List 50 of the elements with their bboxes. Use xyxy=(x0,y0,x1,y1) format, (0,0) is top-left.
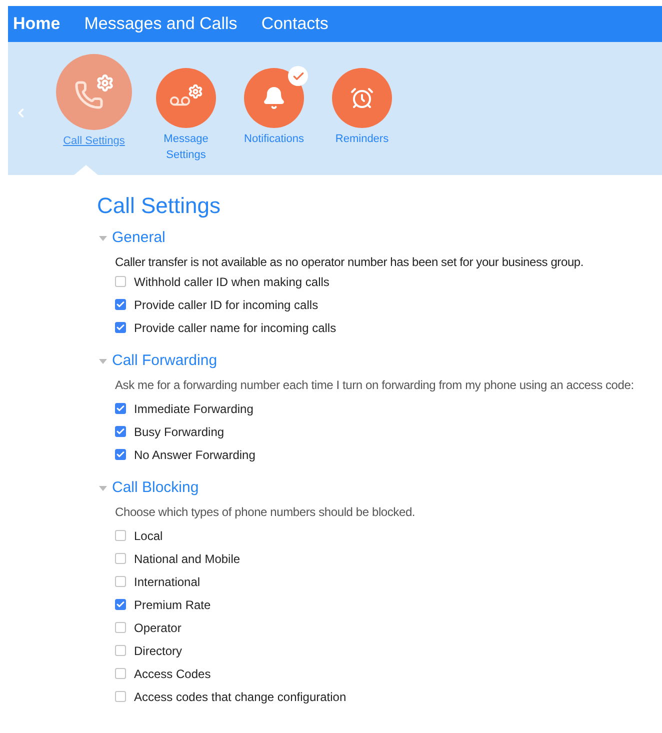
option-label: International xyxy=(134,574,200,590)
nav-link[interactable]: Messages and Calls xyxy=(84,11,238,37)
option-label: Premium Rate xyxy=(134,596,211,614)
section-heading[interactable]: Call Blocking xyxy=(112,478,199,498)
option-label: Directory xyxy=(134,642,182,660)
section-description: Caller transfer is not available as no operator number has been set for your business group. xyxy=(115,254,585,270)
alarm-clock-icon xyxy=(350,86,374,110)
option-label: Withhold caller ID when making calls xyxy=(134,274,330,290)
bell-icon xyxy=(262,86,286,110)
checkbox[interactable] xyxy=(115,553,126,564)
option-label: National and Mobile xyxy=(134,550,240,568)
phone-gear-icon xyxy=(74,74,114,110)
option-label: Operator xyxy=(134,620,182,636)
checkbox[interactable] xyxy=(115,276,126,287)
checkbox[interactable] xyxy=(115,403,126,414)
checkbox[interactable] xyxy=(115,322,126,333)
checkbox[interactable] xyxy=(115,645,126,656)
option-label: Busy Forwarding xyxy=(134,424,224,440)
nav-link[interactable]: Contacts xyxy=(261,11,328,37)
option-label: Local xyxy=(134,528,163,544)
option-label: Immediate Forwarding xyxy=(134,400,254,418)
checkbox[interactable] xyxy=(115,449,126,460)
tile-label[interactable]: Message Settings xyxy=(156,131,216,163)
collapse-triangle-icon[interactable] xyxy=(99,486,107,490)
tile-label[interactable]: Reminders xyxy=(332,131,392,147)
checkbox[interactable] xyxy=(115,576,126,587)
page-title: Call Settings xyxy=(97,192,222,220)
checkbox[interactable] xyxy=(115,599,126,610)
section-description: Ask me for a forwarding number each time I turn on forwarding from my phone using an access code: xyxy=(115,377,635,393)
tile-label[interactable]: Notifications xyxy=(244,131,304,147)
checkbox[interactable] xyxy=(115,668,126,679)
checkbox[interactable] xyxy=(115,299,126,310)
selection-pointer-icon xyxy=(74,165,98,175)
checkbox[interactable] xyxy=(115,622,126,633)
option-label: Access Codes xyxy=(134,666,211,682)
option-label: Provide caller name for incoming calls xyxy=(134,320,336,336)
option-label: No Answer Forwarding xyxy=(134,446,256,464)
nav-link[interactable]: Home xyxy=(13,11,60,37)
section-heading[interactable]: General xyxy=(112,228,166,248)
option-label: Access codes that change configuration xyxy=(134,688,346,706)
checkbox[interactable] xyxy=(115,691,126,702)
section-heading[interactable]: Call Forwarding xyxy=(112,351,218,371)
check-badge-icon xyxy=(288,66,308,86)
collapse-triangle-icon[interactable] xyxy=(99,236,107,240)
checkbox[interactable] xyxy=(115,426,126,437)
option-label: Provide caller ID for incoming calls xyxy=(134,296,318,314)
checkbox[interactable] xyxy=(115,530,126,541)
section-description: Choose which types of phone numbers should be blocked. xyxy=(115,504,416,520)
tile-label[interactable]: Call Settings xyxy=(63,133,125,149)
collapse-triangle-icon[interactable] xyxy=(99,358,107,364)
